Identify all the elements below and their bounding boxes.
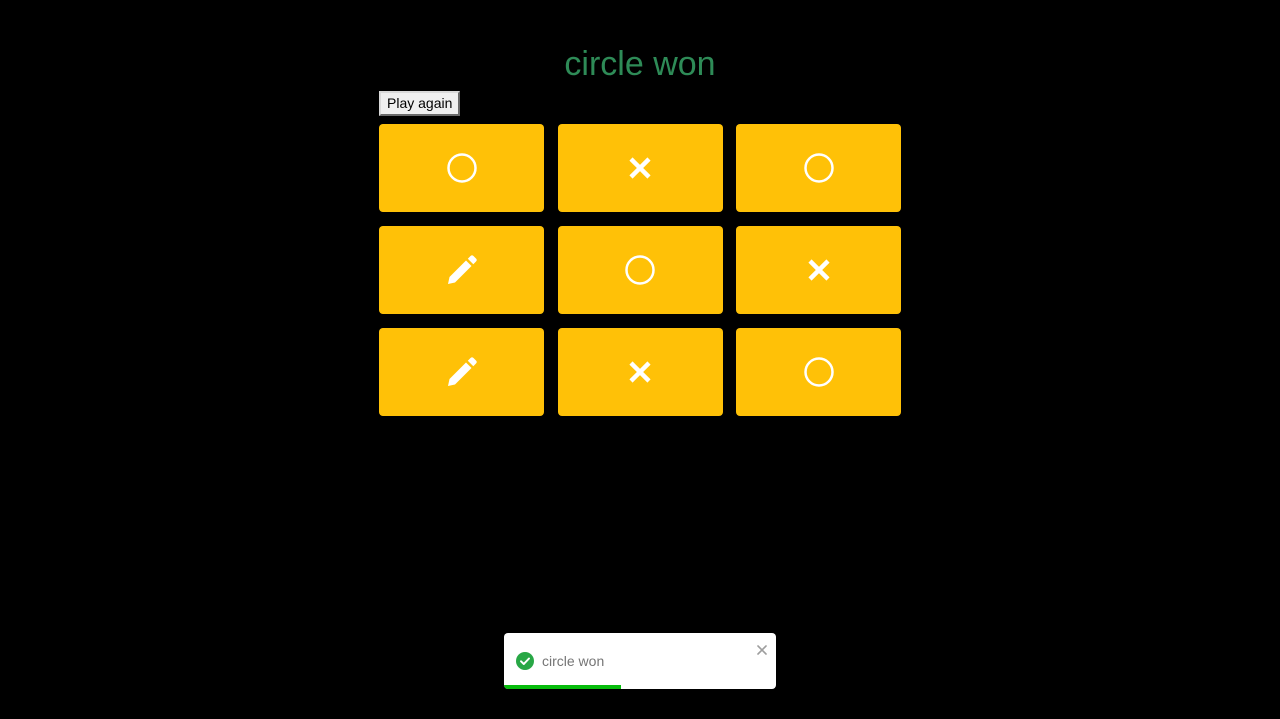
circle-icon (446, 152, 478, 184)
board-cell[interactable] (736, 124, 901, 212)
game-board (379, 124, 901, 416)
board-cell[interactable] (379, 226, 544, 314)
pencil-icon (445, 253, 479, 287)
board-cell[interactable] (379, 124, 544, 212)
board-cell[interactable] (736, 328, 901, 416)
game-page: circle won Play again circle won (0, 0, 1280, 719)
toast-progress-bar (504, 685, 621, 689)
circle-icon (803, 356, 835, 388)
board-cell[interactable] (557, 226, 723, 314)
toast-notification: circle won (504, 633, 776, 689)
board-cell[interactable] (736, 226, 901, 314)
board-cell[interactable] (379, 328, 544, 416)
game-status-title: circle won (564, 45, 716, 83)
cross-icon (807, 258, 831, 282)
close-icon[interactable] (756, 643, 768, 655)
pencil-icon (445, 355, 479, 389)
play-again-button[interactable]: Play again (379, 91, 461, 116)
cross-icon (628, 360, 652, 384)
board-cell[interactable] (557, 328, 723, 416)
check-circle-icon (516, 652, 534, 670)
toast-message: circle won (542, 653, 605, 669)
circle-icon (624, 254, 656, 286)
toast-progress-track (504, 685, 776, 689)
circle-icon (803, 152, 835, 184)
board-cell[interactable] (557, 124, 723, 212)
cross-icon (628, 156, 652, 180)
